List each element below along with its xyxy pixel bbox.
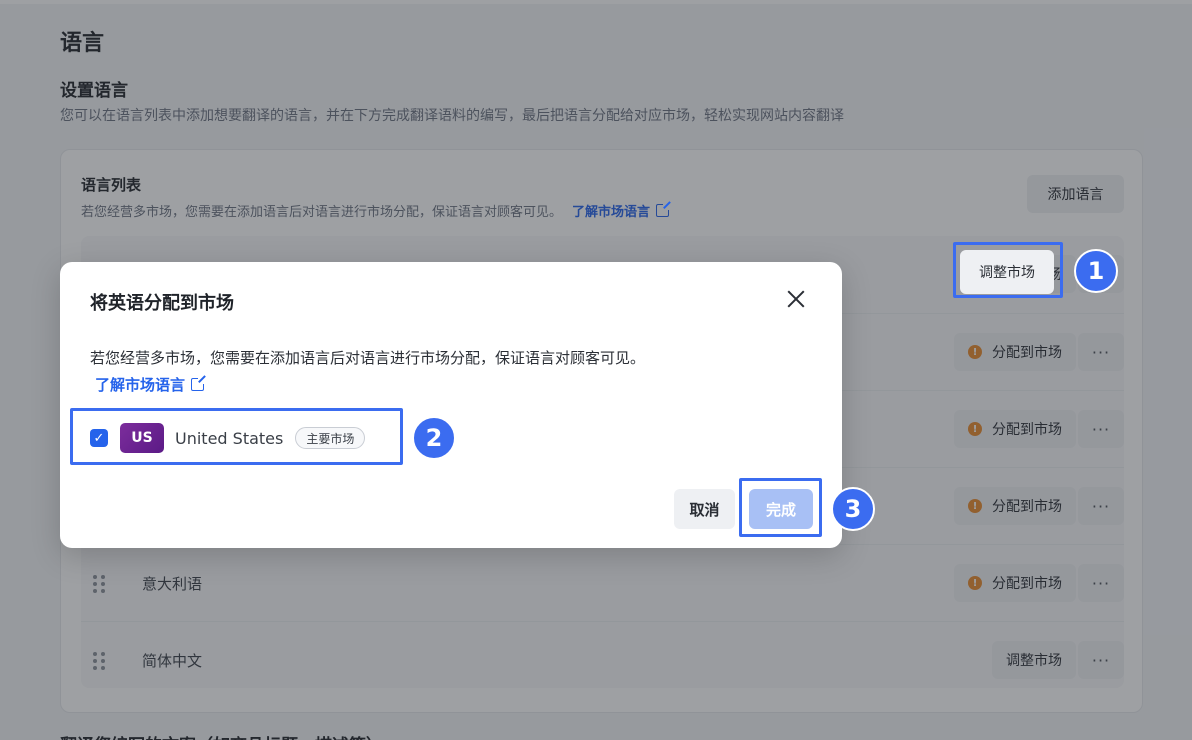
modal-title: 将英语分配到市场 bbox=[90, 293, 234, 314]
step-1-badge: 1 bbox=[1074, 249, 1118, 293]
assign-market-modal: 将英语分配到市场 若您经营多市场，您需要在添加语言后对语言进行市场分配，保证语言… bbox=[60, 262, 842, 548]
step-2-highlight bbox=[70, 408, 403, 465]
step-1-highlight bbox=[953, 242, 1063, 298]
step-3-highlight bbox=[739, 478, 822, 537]
step-2-badge: 2 bbox=[412, 416, 456, 460]
external-link-icon bbox=[191, 376, 207, 391]
learn-market-language-link[interactable]: 了解市场语言 bbox=[95, 374, 207, 395]
modal-link-text: 了解市场语言 bbox=[95, 376, 186, 394]
close-icon[interactable] bbox=[785, 288, 807, 310]
modal-description: 若您经营多市场，您需要在添加语言后对语言进行市场分配，保证语言对顾客可见。 bbox=[90, 349, 646, 367]
cancel-button[interactable]: 取消 bbox=[674, 489, 735, 529]
step-3-badge: 3 bbox=[831, 487, 875, 531]
